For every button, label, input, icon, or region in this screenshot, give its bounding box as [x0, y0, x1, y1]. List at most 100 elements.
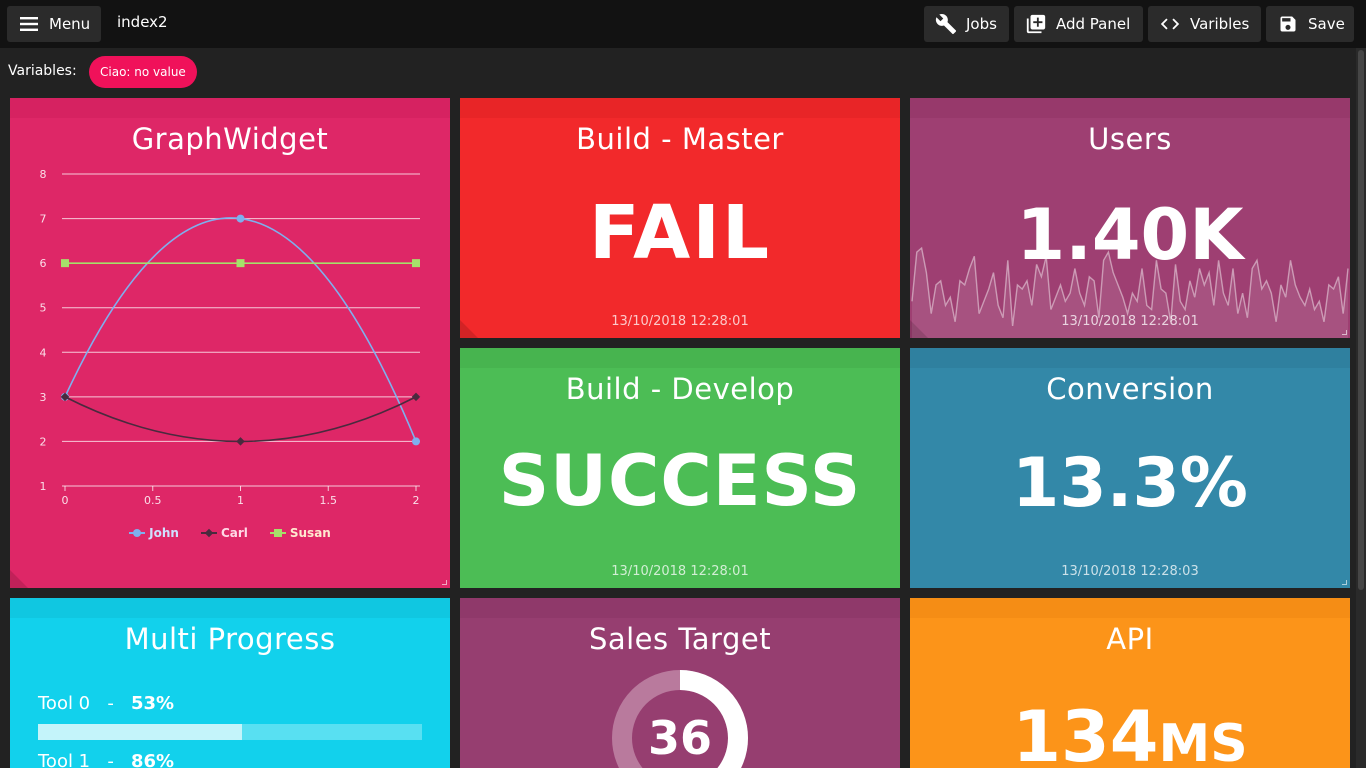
panel-users[interactable]: Users 1.40K 13/10/2018 12:28:01	[910, 98, 1350, 338]
x-tick-label: 1.5	[320, 494, 338, 507]
floppy-icon	[1276, 12, 1300, 36]
x-tick-label: 1	[237, 494, 244, 507]
resize-handle[interactable]	[442, 580, 447, 585]
progress-percent: 53%	[130, 693, 175, 714]
x-tick-label: 0.5	[144, 494, 162, 507]
page-title: index2	[117, 13, 168, 31]
panel-title: Build - Develop	[565, 372, 795, 406]
progress-bar-tool-0	[38, 724, 422, 740]
data-point-susan	[61, 259, 69, 268]
resize-handle[interactable]	[1342, 580, 1347, 585]
data-point-carl	[411, 392, 421, 402]
line-chart: 1 2 3 4 5 6 7 8 0 0.5 1 1.5 2	[40, 168, 421, 507]
jobs-label: Jobs	[966, 15, 997, 33]
panel-multi-progress[interactable]: Multi Progress Tool 0 - 53% Tool 1 - 86%	[10, 598, 450, 768]
panel-header-band	[460, 348, 900, 368]
users-value: 1.40K	[1016, 194, 1244, 276]
panel-title: API	[1106, 622, 1154, 656]
data-point-john	[236, 214, 245, 223]
legend-label: John	[149, 526, 179, 540]
progress-name: Tool 0	[38, 693, 91, 714]
legend-item-susan[interactable]: Susan	[269, 526, 331, 540]
api-unit: MS	[1158, 714, 1248, 768]
jobs-button[interactable]: Jobs	[924, 6, 1009, 42]
y-tick-label: 1	[40, 480, 47, 493]
variables-bar: Variables:	[0, 48, 1366, 94]
wrench-icon	[934, 12, 958, 36]
panel-title: Conversion	[1046, 372, 1214, 406]
panel-build-master[interactable]: Build - Master FAIL 13/10/2018 12:28:01	[460, 98, 900, 338]
progress-name: Tool 1	[38, 751, 91, 768]
panel-conversion[interactable]: Conversion 13.3% 13/10/2018 12:28:03	[910, 348, 1350, 588]
add-box-icon	[1024, 12, 1048, 36]
x-tick-label: 0	[62, 494, 69, 507]
y-tick-label: 4	[40, 346, 47, 359]
variables-button[interactable]: Varibles	[1148, 6, 1261, 42]
y-tick-label: 8	[40, 168, 47, 181]
legend-item-john[interactable]: John	[129, 526, 179, 540]
panel-header-band	[460, 98, 900, 118]
y-tick-label: 2	[40, 435, 47, 448]
variables-title: Variables:	[8, 63, 77, 79]
updated-at: 13/10/2018 12:28:01	[611, 564, 749, 579]
x-tick-label: 2	[413, 494, 420, 507]
api-value: 134MS	[910, 696, 1350, 768]
chart-legend: John Carl Susan	[10, 526, 450, 540]
conversion-value: 13.3%	[1012, 444, 1248, 523]
data-point-carl	[60, 392, 70, 402]
legend-item-carl[interactable]: Carl	[200, 526, 248, 540]
updated-at: 13/10/2018 12:28:03	[1061, 564, 1199, 579]
series-line-john	[64, 217, 417, 442]
page-scrollbar[interactable]	[1356, 48, 1366, 768]
progress-separator: -	[107, 693, 114, 714]
add-panel-label: Add Panel	[1056, 15, 1131, 33]
top-bar: Menu index2 Jobs Add Panel Varibles Save	[0, 0, 1366, 48]
panel-corner	[910, 320, 928, 338]
y-tick-label: 3	[40, 391, 47, 404]
resize-handle[interactable]	[1342, 330, 1347, 335]
scrollbar-thumb[interactable]	[1358, 50, 1364, 590]
panel-build-develop[interactable]: Build - Develop SUCCESS 13/10/2018 12:28…	[460, 348, 900, 588]
y-tick-label: 6	[40, 257, 47, 270]
panel-header-band	[910, 348, 1350, 368]
progress-label-tool-1: Tool 1 - 86%	[38, 751, 174, 768]
progress-fill	[38, 724, 242, 740]
panel-corner	[10, 570, 28, 588]
menu-label: Menu	[49, 15, 91, 33]
panel-sales-target[interactable]: Sales Target 36	[460, 598, 900, 768]
code-icon	[1158, 12, 1182, 36]
panel-api[interactable]: API 134MS	[910, 598, 1350, 768]
legend-label: Susan	[289, 526, 331, 540]
y-tick-label: 7	[40, 213, 47, 226]
sales-target-value: 36	[647, 711, 712, 765]
progress-percent: 86%	[130, 751, 175, 768]
y-tick-label: 5	[40, 302, 47, 315]
legend-label: Carl	[220, 526, 248, 540]
save-label: Save	[1308, 15, 1345, 33]
hamburger-icon	[17, 12, 41, 36]
panel-header-band	[10, 598, 450, 618]
updated-at: 13/10/2018 12:28:01	[611, 314, 749, 329]
panel-header-band	[910, 598, 1350, 618]
progress-separator: -	[107, 751, 114, 768]
panel-corner	[460, 320, 478, 338]
panel-title: Multi Progress	[124, 622, 336, 656]
menu-button[interactable]: Menu	[7, 6, 101, 42]
panel-title: Build - Master	[576, 122, 784, 156]
progress-label-tool-0: Tool 0 - 53%	[38, 693, 174, 714]
data-point-susan	[236, 259, 245, 268]
updated-at: 13/10/2018 12:28:01	[1061, 314, 1199, 329]
api-number: 134	[1012, 696, 1159, 768]
variables-label: Varibles	[1190, 15, 1250, 33]
build-status-value: FAIL	[588, 190, 771, 276]
build-status-value: SUCCESS	[498, 440, 862, 522]
save-button[interactable]: Save	[1266, 6, 1354, 42]
panel-graph-widget[interactable]: GraphWidget 1 2 3 4 5 6 7 8 0 0.5 1 1.5 2 John Carl …	[10, 98, 450, 588]
data-point-carl	[236, 437, 245, 446]
add-panel-button[interactable]: Add Panel	[1014, 6, 1143, 42]
panel-title: Users	[1088, 122, 1172, 156]
data-point-susan	[412, 259, 420, 268]
data-point-john	[412, 437, 420, 446]
series-line-carl	[64, 396, 417, 443]
variable-chip-ciao[interactable]: Ciao: no value	[89, 56, 197, 88]
